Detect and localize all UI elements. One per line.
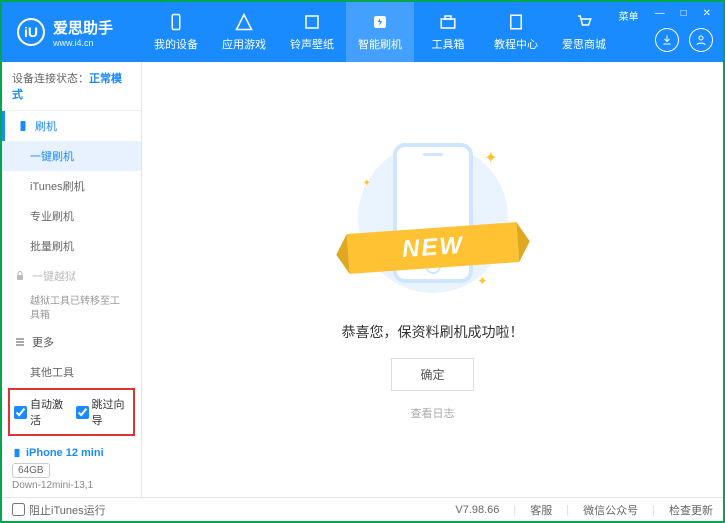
- app-window: 菜单 — □ ✕ iU 爱思助手 www.i4.cn 我的设备 应用游戏 铃声壁…: [0, 0, 725, 523]
- lock-icon: [14, 270, 26, 282]
- footer: 阻止iTunes运行 V7.98.66| 客服| 微信公众号| 检查更新: [2, 497, 723, 521]
- app-url: www.i4.cn: [53, 38, 113, 48]
- cart-icon: [574, 12, 594, 32]
- block-itunes-checkbox[interactable]: 阻止iTunes运行: [12, 502, 106, 518]
- close-button[interactable]: ✕: [699, 6, 715, 25]
- wechat-link[interactable]: 微信公众号: [583, 502, 638, 518]
- skip-guide-checkbox[interactable]: 跳过向导: [76, 396, 130, 428]
- nav-tutorial[interactable]: 教程中心: [482, 2, 550, 62]
- side-menu: 刷机 一键刷机 iTunes刷机 专业刷机 批量刷机 一键越狱 越狱工具已转移至…: [2, 111, 141, 384]
- flash-icon: [370, 12, 390, 32]
- menu-jailbreak[interactable]: 一键越狱: [2, 261, 141, 291]
- auto-activate-checkbox[interactable]: 自动激活: [14, 396, 68, 428]
- view-log-link[interactable]: 查看日志: [411, 405, 455, 421]
- device-version: Down-12mini-13,1: [12, 480, 131, 491]
- apps-icon: [234, 12, 254, 32]
- main-content: ✦✦✦ NEW 恭喜您，保资料刷机成功啦！ 确定 查看日志: [142, 62, 723, 497]
- footer-left: 阻止iTunes运行: [12, 502, 106, 518]
- download-button[interactable]: [655, 28, 679, 52]
- phone-icon: [166, 12, 186, 32]
- wallpaper-icon: [302, 12, 322, 32]
- window-controls: 菜单 — □ ✕: [615, 6, 715, 25]
- nav-store[interactable]: 爱思商城: [550, 2, 618, 62]
- menu-pro-flash[interactable]: 专业刷机: [2, 201, 141, 231]
- footer-right: V7.98.66| 客服| 微信公众号| 检查更新: [455, 502, 713, 518]
- confirm-button[interactable]: 确定: [391, 358, 473, 391]
- sidebar: 设备连接状态：正常模式 刷机 一键刷机 iTunes刷机 专业刷机 批量刷机 一…: [2, 62, 142, 497]
- menu-batch-flash[interactable]: 批量刷机: [2, 231, 141, 261]
- menu-oneclick-flash[interactable]: 一键刷机: [2, 141, 141, 171]
- body: 设备连接状态：正常模式 刷机 一键刷机 iTunes刷机 专业刷机 批量刷机 一…: [2, 62, 723, 497]
- menu-other-tools[interactable]: 其他工具: [2, 357, 141, 384]
- phone-icon: [12, 446, 22, 460]
- jailbreak-note: 越狱工具已转移至工具箱: [2, 291, 141, 327]
- menu-flash-group[interactable]: 刷机: [2, 111, 141, 141]
- device-info[interactable]: iPhone 12 mini 64GB Down-12mini-13,1: [2, 440, 141, 497]
- nav-ringtones[interactable]: 铃声壁纸: [278, 2, 346, 62]
- logo: iU 爱思助手 www.i4.cn: [2, 17, 142, 48]
- nav-apps[interactable]: 应用游戏: [210, 2, 278, 62]
- connection-status: 设备连接状态：正常模式: [2, 62, 141, 111]
- menu-more-group[interactable]: 更多: [2, 327, 141, 357]
- menu-icon[interactable]: 菜单: [615, 6, 643, 25]
- nav-my-device[interactable]: 我的设备: [142, 2, 210, 62]
- device-name: iPhone 12 mini: [12, 446, 131, 460]
- book-icon: [506, 12, 526, 32]
- header: 菜单 — □ ✕ iU 爱思助手 www.i4.cn 我的设备 应用游戏 铃声壁…: [2, 2, 723, 62]
- success-illustration: ✦✦✦ NEW: [363, 138, 503, 298]
- toolbox-icon: [438, 12, 458, 32]
- device-capacity: 64GB: [12, 463, 50, 478]
- phone-icon: [17, 120, 29, 132]
- option-checkboxes: 自动激活 跳过向导: [8, 388, 135, 436]
- service-link[interactable]: 客服: [530, 502, 552, 518]
- version-label: V7.98.66: [455, 504, 499, 516]
- header-actions: [655, 28, 713, 52]
- user-button[interactable]: [689, 28, 713, 52]
- app-name: 爱思助手: [53, 17, 113, 38]
- list-icon: [14, 336, 26, 348]
- minimize-button[interactable]: —: [651, 6, 669, 25]
- menu-itunes-flash[interactable]: iTunes刷机: [2, 171, 141, 201]
- success-message: 恭喜您，保资料刷机成功啦！: [342, 322, 524, 342]
- maximize-button[interactable]: □: [677, 6, 691, 25]
- nav-toolbox[interactable]: 工具箱: [414, 2, 482, 62]
- logo-icon: iU: [17, 18, 45, 46]
- nav-flash[interactable]: 智能刷机: [346, 2, 414, 62]
- main-nav: 我的设备 应用游戏 铃声壁纸 智能刷机 工具箱 教程中心 爱思商城: [142, 2, 618, 62]
- update-link[interactable]: 检查更新: [669, 502, 713, 518]
